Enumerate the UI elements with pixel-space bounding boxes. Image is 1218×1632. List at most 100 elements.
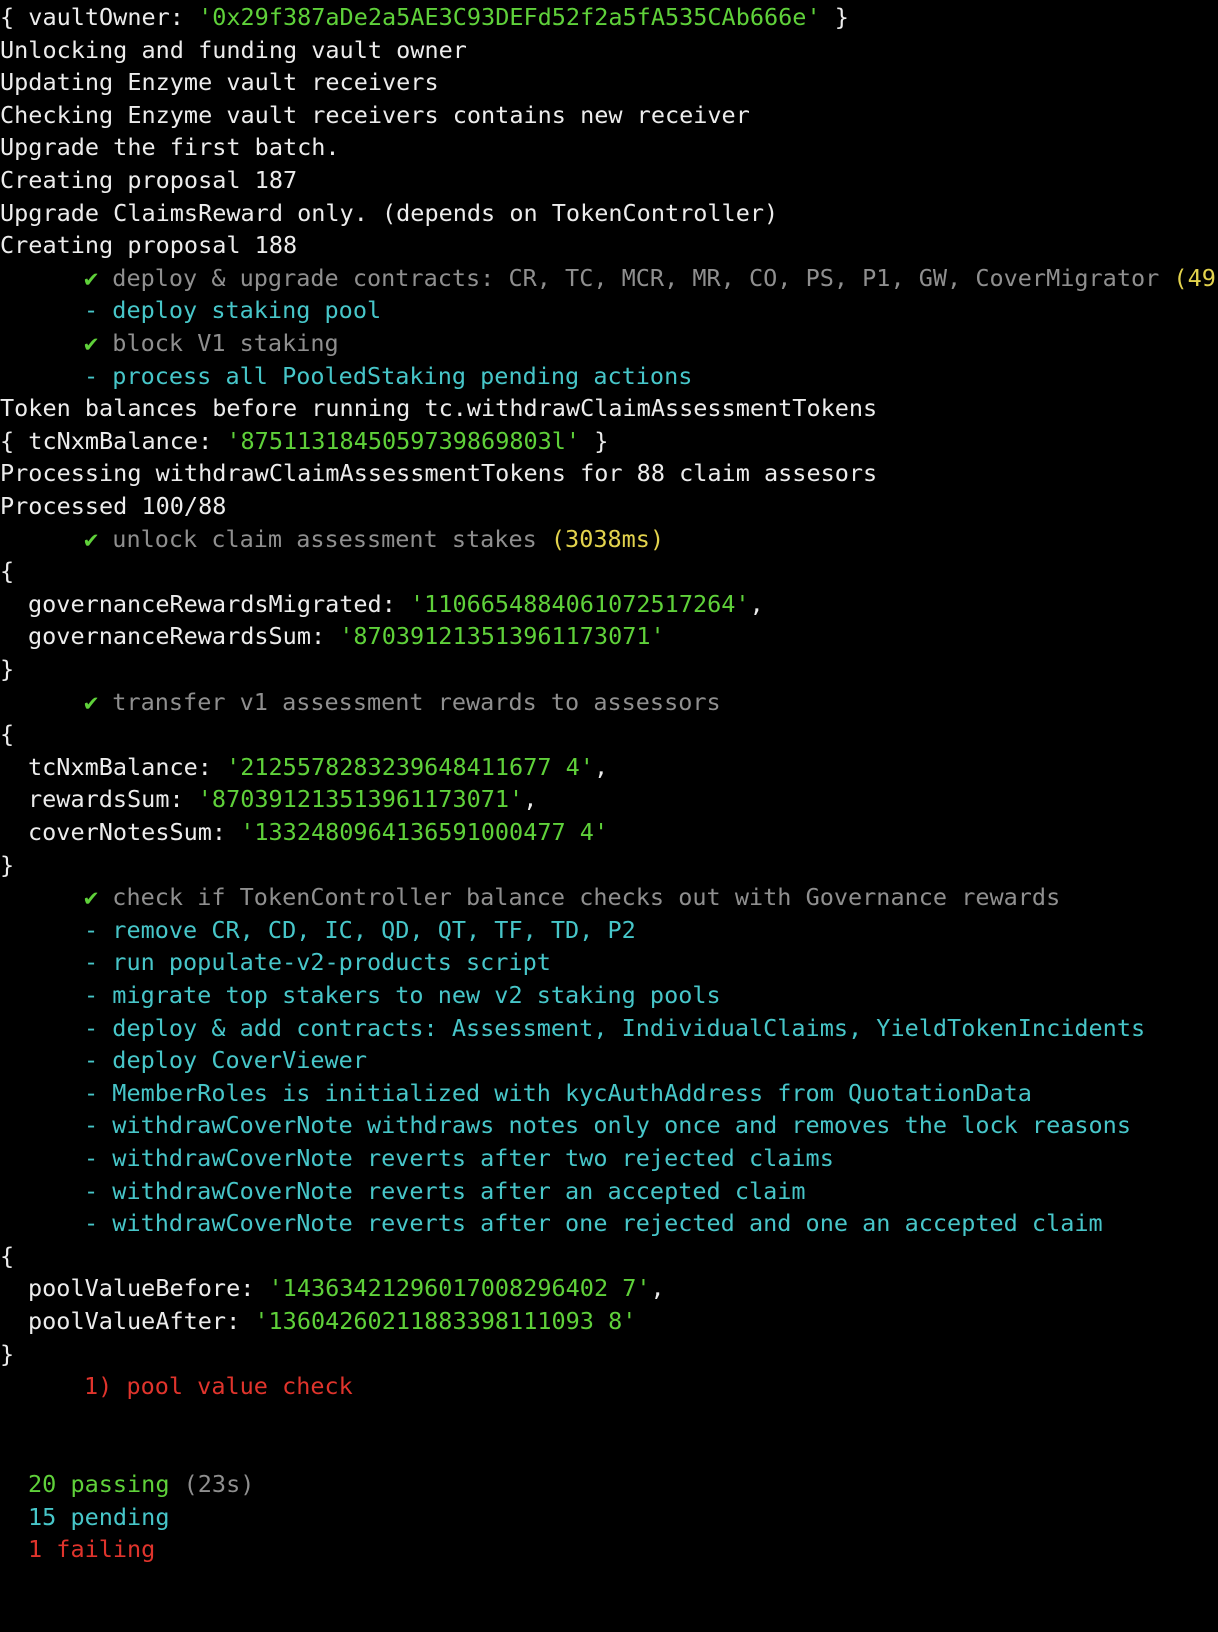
test-passed: ✔ transfer v1 assessment rewards to asse… xyxy=(0,685,721,719)
test-pending-text: - withdrawCoverNote withdraws notes only… xyxy=(84,1111,1131,1140)
object-field-text: '870391213513961173071' xyxy=(339,622,665,651)
test-pending: - MemberRoles is initialized with kycAut… xyxy=(0,1076,1032,1110)
object-field: poolValueBefore: '1436342129601700829640… xyxy=(0,1271,665,1305)
balance-log-text: { tcNxmBalance: xyxy=(0,426,227,455)
log-line: Processed 100/88 xyxy=(0,489,226,523)
log-line-text: Creating proposal 187 xyxy=(0,166,298,194)
test-pending-text: - migrate top stakers to new v2 staking … xyxy=(84,981,721,1009)
check-icon: ✔ xyxy=(84,687,99,716)
object-close: } xyxy=(0,652,14,686)
test-pending-text: - withdrawCoverNote reverts after two re… xyxy=(84,1144,834,1172)
summary-passing-text: (23s) xyxy=(169,1470,255,1498)
log-line-text: Token balances before running tc.withdra… xyxy=(0,394,878,423)
log-line-text: Unlocking and funding vault owner xyxy=(0,35,467,64)
object-close-text: } xyxy=(0,655,15,683)
object-field-text: tcNxmBalance: xyxy=(28,752,227,781)
test-pending: - withdrawCoverNote reverts after two re… xyxy=(0,1141,834,1175)
object-open-text: { xyxy=(0,1241,15,1270)
log-line-text: Upgrade ClaimsReward only. (depends on T… xyxy=(0,198,779,227)
object-field-text: '14363421296017008296402 7' xyxy=(268,1274,651,1303)
log-line: Unlocking and funding vault owner xyxy=(0,33,467,67)
test-pending-text: - withdrawCoverNote reverts after an acc… xyxy=(84,1176,806,1205)
test-pending-text: - remove CR, CD, IC, QD, QT, TF, TD, P2 xyxy=(84,915,636,944)
test-pending: - deploy staking pool xyxy=(0,293,381,327)
object-field-text: governanceRewardsSum: xyxy=(28,622,340,651)
object-field-text: governanceRewardsMigrated: xyxy=(28,589,411,618)
object-field-text: poolValueBefore: xyxy=(28,1274,269,1303)
test-pending: - process all PooledStaking pending acti… xyxy=(0,359,692,393)
log-line-text: Processing withdrawClaimAssessmentTokens… xyxy=(0,459,878,488)
object-field-text: '870391213513961173071' xyxy=(197,785,524,814)
object-open-text: { xyxy=(0,557,15,586)
test-pending: - withdrawCoverNote withdraws notes only… xyxy=(0,1108,1131,1142)
test-passed: ✔ unlock claim assessment stakes (3038ms… xyxy=(0,522,664,556)
object-open: { xyxy=(0,1239,14,1273)
test-pending-text: - withdrawCoverNote reverts after one re… xyxy=(84,1209,1103,1238)
vault-owner-log-text: { vaultOwner: xyxy=(0,3,199,31)
log-line: Token balances before running tc.withdra… xyxy=(0,391,877,425)
log-line: Updating Enzyme vault receivers xyxy=(0,65,439,99)
log-line: Checking Enzyme vault receivers contains… xyxy=(0,98,750,132)
test-failed: 1) pool value check xyxy=(0,1369,353,1403)
balance-log: { tcNxmBalance: '8751131845059739869803l… xyxy=(0,424,608,458)
object-field-text: poolValueAfter: xyxy=(28,1307,255,1335)
test-pending: - run populate-v2-products script xyxy=(0,945,551,979)
check-icon: ✔ xyxy=(84,524,99,553)
test-pending-text: - MemberRoles is initialized with kycAut… xyxy=(84,1078,1032,1107)
check-icon: ✔ xyxy=(84,883,99,912)
object-close-text: } xyxy=(0,1339,15,1368)
log-line-text: Upgrade the first batch. xyxy=(0,133,340,162)
test-passed-text: transfer v1 assessment rewards to assess… xyxy=(98,687,721,716)
test-passed: ✔ block V1 staking xyxy=(0,326,339,360)
object-field-text: '1332480964136591000477 4' xyxy=(240,818,609,846)
object-open-text: { xyxy=(0,720,15,749)
test-passed-text: (3038ms) xyxy=(536,524,665,553)
test-passed-text: unlock claim assessment stakes xyxy=(98,524,537,553)
log-line-text: Checking Enzyme vault receivers contains… xyxy=(0,100,750,129)
test-pending-text: - run populate-v2-products script xyxy=(84,948,551,977)
object-open: { xyxy=(0,717,14,751)
log-line-text: Updating Enzyme vault receivers xyxy=(0,68,439,97)
object-field-text: , xyxy=(650,1274,665,1303)
test-pending: - remove CR, CD, IC, QD, QT, TF, TD, P2 xyxy=(0,913,636,947)
test-passed-text: check if TokenController balance checks … xyxy=(98,883,1061,912)
object-field-text: rewardsSum: xyxy=(28,785,198,814)
object-close: } xyxy=(0,848,14,882)
summary-pending-text: 15 pending xyxy=(28,1502,170,1531)
test-passed: ✔ check if TokenController balance check… xyxy=(0,880,1060,914)
summary-passing: 20 passing (23s) xyxy=(0,1467,254,1501)
object-close-text: } xyxy=(0,850,15,879)
test-pending: - withdrawCoverNote reverts after an acc… xyxy=(0,1174,806,1208)
summary-passing-text: 20 passing xyxy=(28,1470,170,1498)
vault-owner-log: { vaultOwner: '0x29f387aDe2a5AE3C93DEFd5… xyxy=(0,0,849,34)
log-line: Creating proposal 188 xyxy=(0,228,297,262)
check-icon: ✔ xyxy=(84,263,99,292)
log-line-text: Creating proposal 188 xyxy=(0,231,298,260)
test-pending: - migrate top stakers to new v2 staking … xyxy=(0,978,721,1012)
object-field-text: coverNotesSum: xyxy=(28,818,241,846)
terminal-output: { vaultOwner: '0x29f387aDe2a5AE3C93DEFd5… xyxy=(0,0,1218,1632)
test-pending: - withdrawCoverNote reverts after one re… xyxy=(0,1206,1103,1240)
object-field-text: , xyxy=(593,752,609,781)
log-line: Processing withdrawClaimAssessmentTokens… xyxy=(0,456,877,490)
log-line: Creating proposal 187 xyxy=(0,163,297,197)
log-line: Upgrade ClaimsReward only. (depends on T… xyxy=(0,196,778,230)
test-pending-text: - deploy staking pool xyxy=(84,296,382,325)
test-passed-text: deploy & upgrade contracts: CR, TC, MCR,… xyxy=(98,263,1160,292)
summary-failing-text: 1 failing xyxy=(28,1535,156,1564)
object-field-text: '13604260211883398111093 8' xyxy=(254,1307,637,1335)
object-field: coverNotesSum: '1332480964136591000477 4… xyxy=(0,815,608,849)
summary-failing: 1 failing xyxy=(0,1532,155,1566)
object-field: governanceRewardsMigrated: '110665488406… xyxy=(0,587,764,621)
vault-owner-log-text: } xyxy=(820,3,849,31)
object-field: tcNxmBalance: '2125578283239648411677 4'… xyxy=(0,750,608,784)
object-field: rewardsSum: '870391213513961173071', xyxy=(0,782,537,816)
object-field-text: '1106654884061072517264' xyxy=(410,589,750,618)
object-field: governanceRewardsSum: '87039121351396117… xyxy=(0,619,665,653)
test-passed: ✔ deploy & upgrade contracts: CR, TC, MC… xyxy=(0,261,1218,295)
test-pending-text: - deploy & add contracts: Assessment, In… xyxy=(84,1013,1146,1042)
log-line: Upgrade the first batch. xyxy=(0,130,340,164)
test-pending: - deploy CoverViewer xyxy=(0,1043,367,1077)
test-passed-text: (491 xyxy=(1173,263,1218,292)
test-pending-text: - deploy CoverViewer xyxy=(84,1046,367,1075)
